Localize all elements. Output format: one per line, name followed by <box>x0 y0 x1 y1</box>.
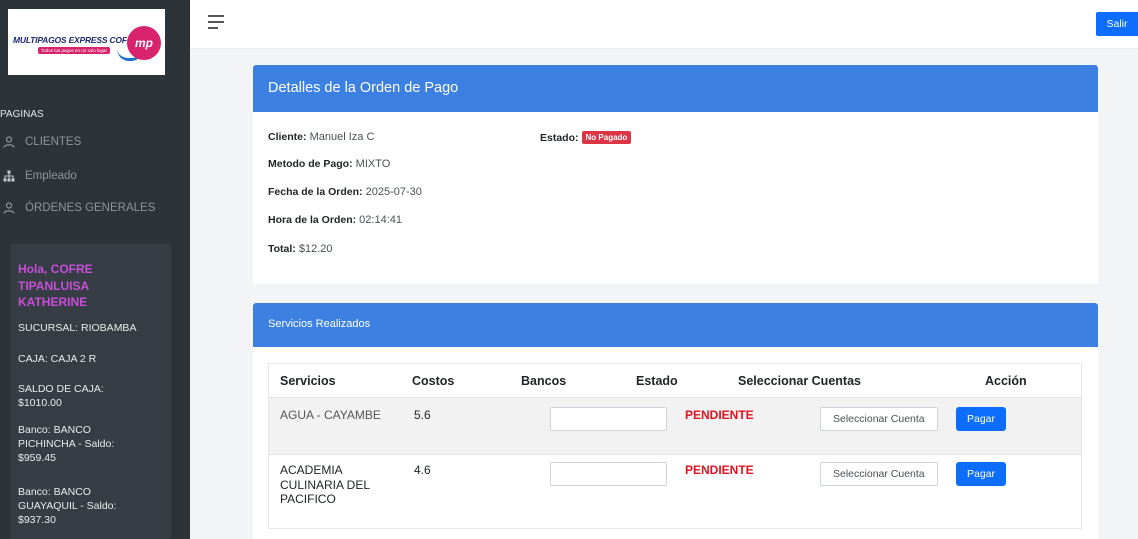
column-header-bancos: Bancos <box>521 374 567 388</box>
order-hora: Hora de la Orden: 02:14:41 <box>268 214 402 226</box>
card-header: Detalles de la Orden de Pago <box>253 65 1098 112</box>
sidebar-section-label: PAGINAS <box>0 109 44 120</box>
brand-logo[interactable]: MULTIPAGOS EXPRESS COFRE Todos tus pagos… <box>8 9 165 75</box>
sidebar-item-label: CLIENTES <box>25 136 82 148</box>
row-estado: PENDIENTE <box>685 408 754 422</box>
pay-button[interactable]: Pagar <box>956 462 1006 486</box>
account-select[interactable]: Seleccionar Cuenta <box>820 407 938 431</box>
user-caja: CAJA: CAJA 2 R <box>18 353 97 365</box>
card-title: Servicios Realizados <box>268 318 371 330</box>
bank-input[interactable] <box>550 407 667 431</box>
user-greeting: Hola, COFRE TIPANLUISA KATHERINE <box>18 262 93 309</box>
user-icon <box>2 201 16 215</box>
status-badge: No Pagado <box>581 131 632 144</box>
column-header-estado: Estado <box>636 374 678 388</box>
row-estado: PENDIENTE <box>685 463 754 477</box>
menu-toggle-icon[interactable] <box>208 15 224 29</box>
services-table: Servicios Costos Bancos Estado Seleccion… <box>268 363 1082 529</box>
sidebar: MULTIPAGOS EXPRESS COFRE Todos tus pagos… <box>0 0 190 539</box>
topbar <box>190 0 1138 48</box>
user-info-card: Hola, COFRE TIPANLUISA KATHERINE SUCURSA… <box>10 244 171 539</box>
order-details-card: Detalles de la Orden de Pago Cliente: Ma… <box>253 65 1098 284</box>
column-header-seleccionar-cuentas: Seleccionar Cuentas <box>738 374 861 388</box>
card-header: Servicios Realizados <box>253 303 1098 347</box>
brand-name: MULTIPAGOS EXPRESS COFRE <box>13 35 139 45</box>
order-cliente: Cliente: Manuel Iza C <box>268 131 374 143</box>
order-fecha: Fecha de la Orden: 2025-07-30 <box>268 186 422 198</box>
row-costo: 5.6 <box>414 408 431 422</box>
estado-label: Estado: <box>540 132 579 144</box>
hora-value: 02:14:41 <box>359 214 402 226</box>
sidebar-item-clientes[interactable]: CLIENTES <box>0 131 81 153</box>
order-estado: Estado: No Pagado <box>540 131 632 144</box>
row-servicio: ACADEMIA CULINARIA DEL PACIFICO <box>280 463 370 506</box>
user-banco-pichincha: Banco: BANCO PICHINCHA - Saldo: $959.45 <box>18 424 115 464</box>
cliente-label: Cliente: <box>268 131 307 143</box>
order-total: Total: $12.20 <box>268 243 333 255</box>
cliente-value: Manuel Iza C <box>309 131 375 143</box>
org-chart-icon <box>2 169 16 183</box>
user-saldo-caja: SALDO DE CAJA: $1010.00 <box>18 383 104 409</box>
user-sucursal: SUCURSAL: RIOBAMBA <box>18 322 137 334</box>
column-header-costos: Costos <box>412 374 455 388</box>
user-icon <box>2 135 16 149</box>
row-divider <box>269 454 1081 455</box>
total-label: Total: <box>268 243 296 255</box>
metodo-value: MIXTO <box>355 158 391 170</box>
fecha-value: 2025-07-30 <box>365 186 422 198</box>
total-value: $12.20 <box>298 243 333 255</box>
row-servicio: AGUA - CAYAMBE <box>280 408 381 422</box>
account-select[interactable]: Seleccionar Cuenta <box>820 462 938 486</box>
bank-input[interactable] <box>550 462 667 486</box>
sidebar-item-empleado[interactable]: Empleado <box>0 165 77 187</box>
logout-button[interactable]: Salir <box>1096 12 1138 36</box>
user-banco-guayaquil: Banco: BANCO GUAYAQUIL - Saldo: $937.30 <box>18 486 117 526</box>
services-card: Servicios Realizados Servicios Costos Ba… <box>253 303 1098 539</box>
metodo-label: Metodo de Pago: <box>268 158 353 170</box>
sidebar-item-label: ÓRDENES GENERALES <box>25 202 156 214</box>
row-costo: 4.6 <box>414 463 431 477</box>
column-header-accion: Acción <box>985 374 1027 388</box>
brand-tagline: Todos tus pagos en un solo lugar <box>38 47 111 54</box>
hora-label: Hora de la Orden: <box>268 214 357 226</box>
brand-mark-icon: mp <box>127 26 161 60</box>
column-header-servicios: Servicios <box>280 374 336 388</box>
pay-button[interactable]: Pagar <box>956 407 1006 431</box>
order-metodo: Metodo de Pago: MIXTO <box>268 158 390 170</box>
card-title: Detalles de la Orden de Pago <box>268 80 459 96</box>
fecha-label: Fecha de la Orden: <box>268 186 363 198</box>
sidebar-item-label: Empleado <box>25 170 77 182</box>
sidebar-item-ordenes-generales[interactable]: ÓRDENES GENERALES <box>0 197 155 219</box>
